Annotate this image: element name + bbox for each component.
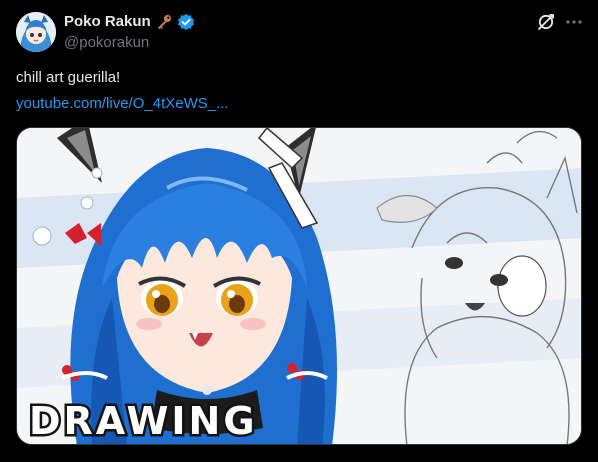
author-handle[interactable]: @pokorakun: [64, 33, 149, 53]
media-thumbnail[interactable]: DRAWING: [16, 127, 582, 445]
tweet-text: chill art guerilla!: [16, 69, 121, 86]
grok-button[interactable]: [534, 12, 558, 36]
more-button[interactable]: [562, 12, 586, 36]
key-icon: [155, 13, 173, 31]
grok-icon: [536, 12, 556, 37]
author-name-row[interactable]: Poko Rakun: [64, 12, 195, 32]
tweet-link[interactable]: youtube.com/live/O_4tXeWS_...: [16, 94, 229, 114]
thumbnail-caption: DRAWING: [27, 397, 258, 445]
verified-icon[interactable]: [177, 13, 195, 31]
avatar[interactable]: [16, 12, 56, 52]
more-icon: [565, 13, 583, 36]
thumbnail-illustration: [17, 128, 581, 444]
tweet[interactable]: Poko Rakun @pokorakun chill art guerilla…: [0, 0, 598, 462]
author-name[interactable]: Poko Rakun: [64, 12, 151, 32]
